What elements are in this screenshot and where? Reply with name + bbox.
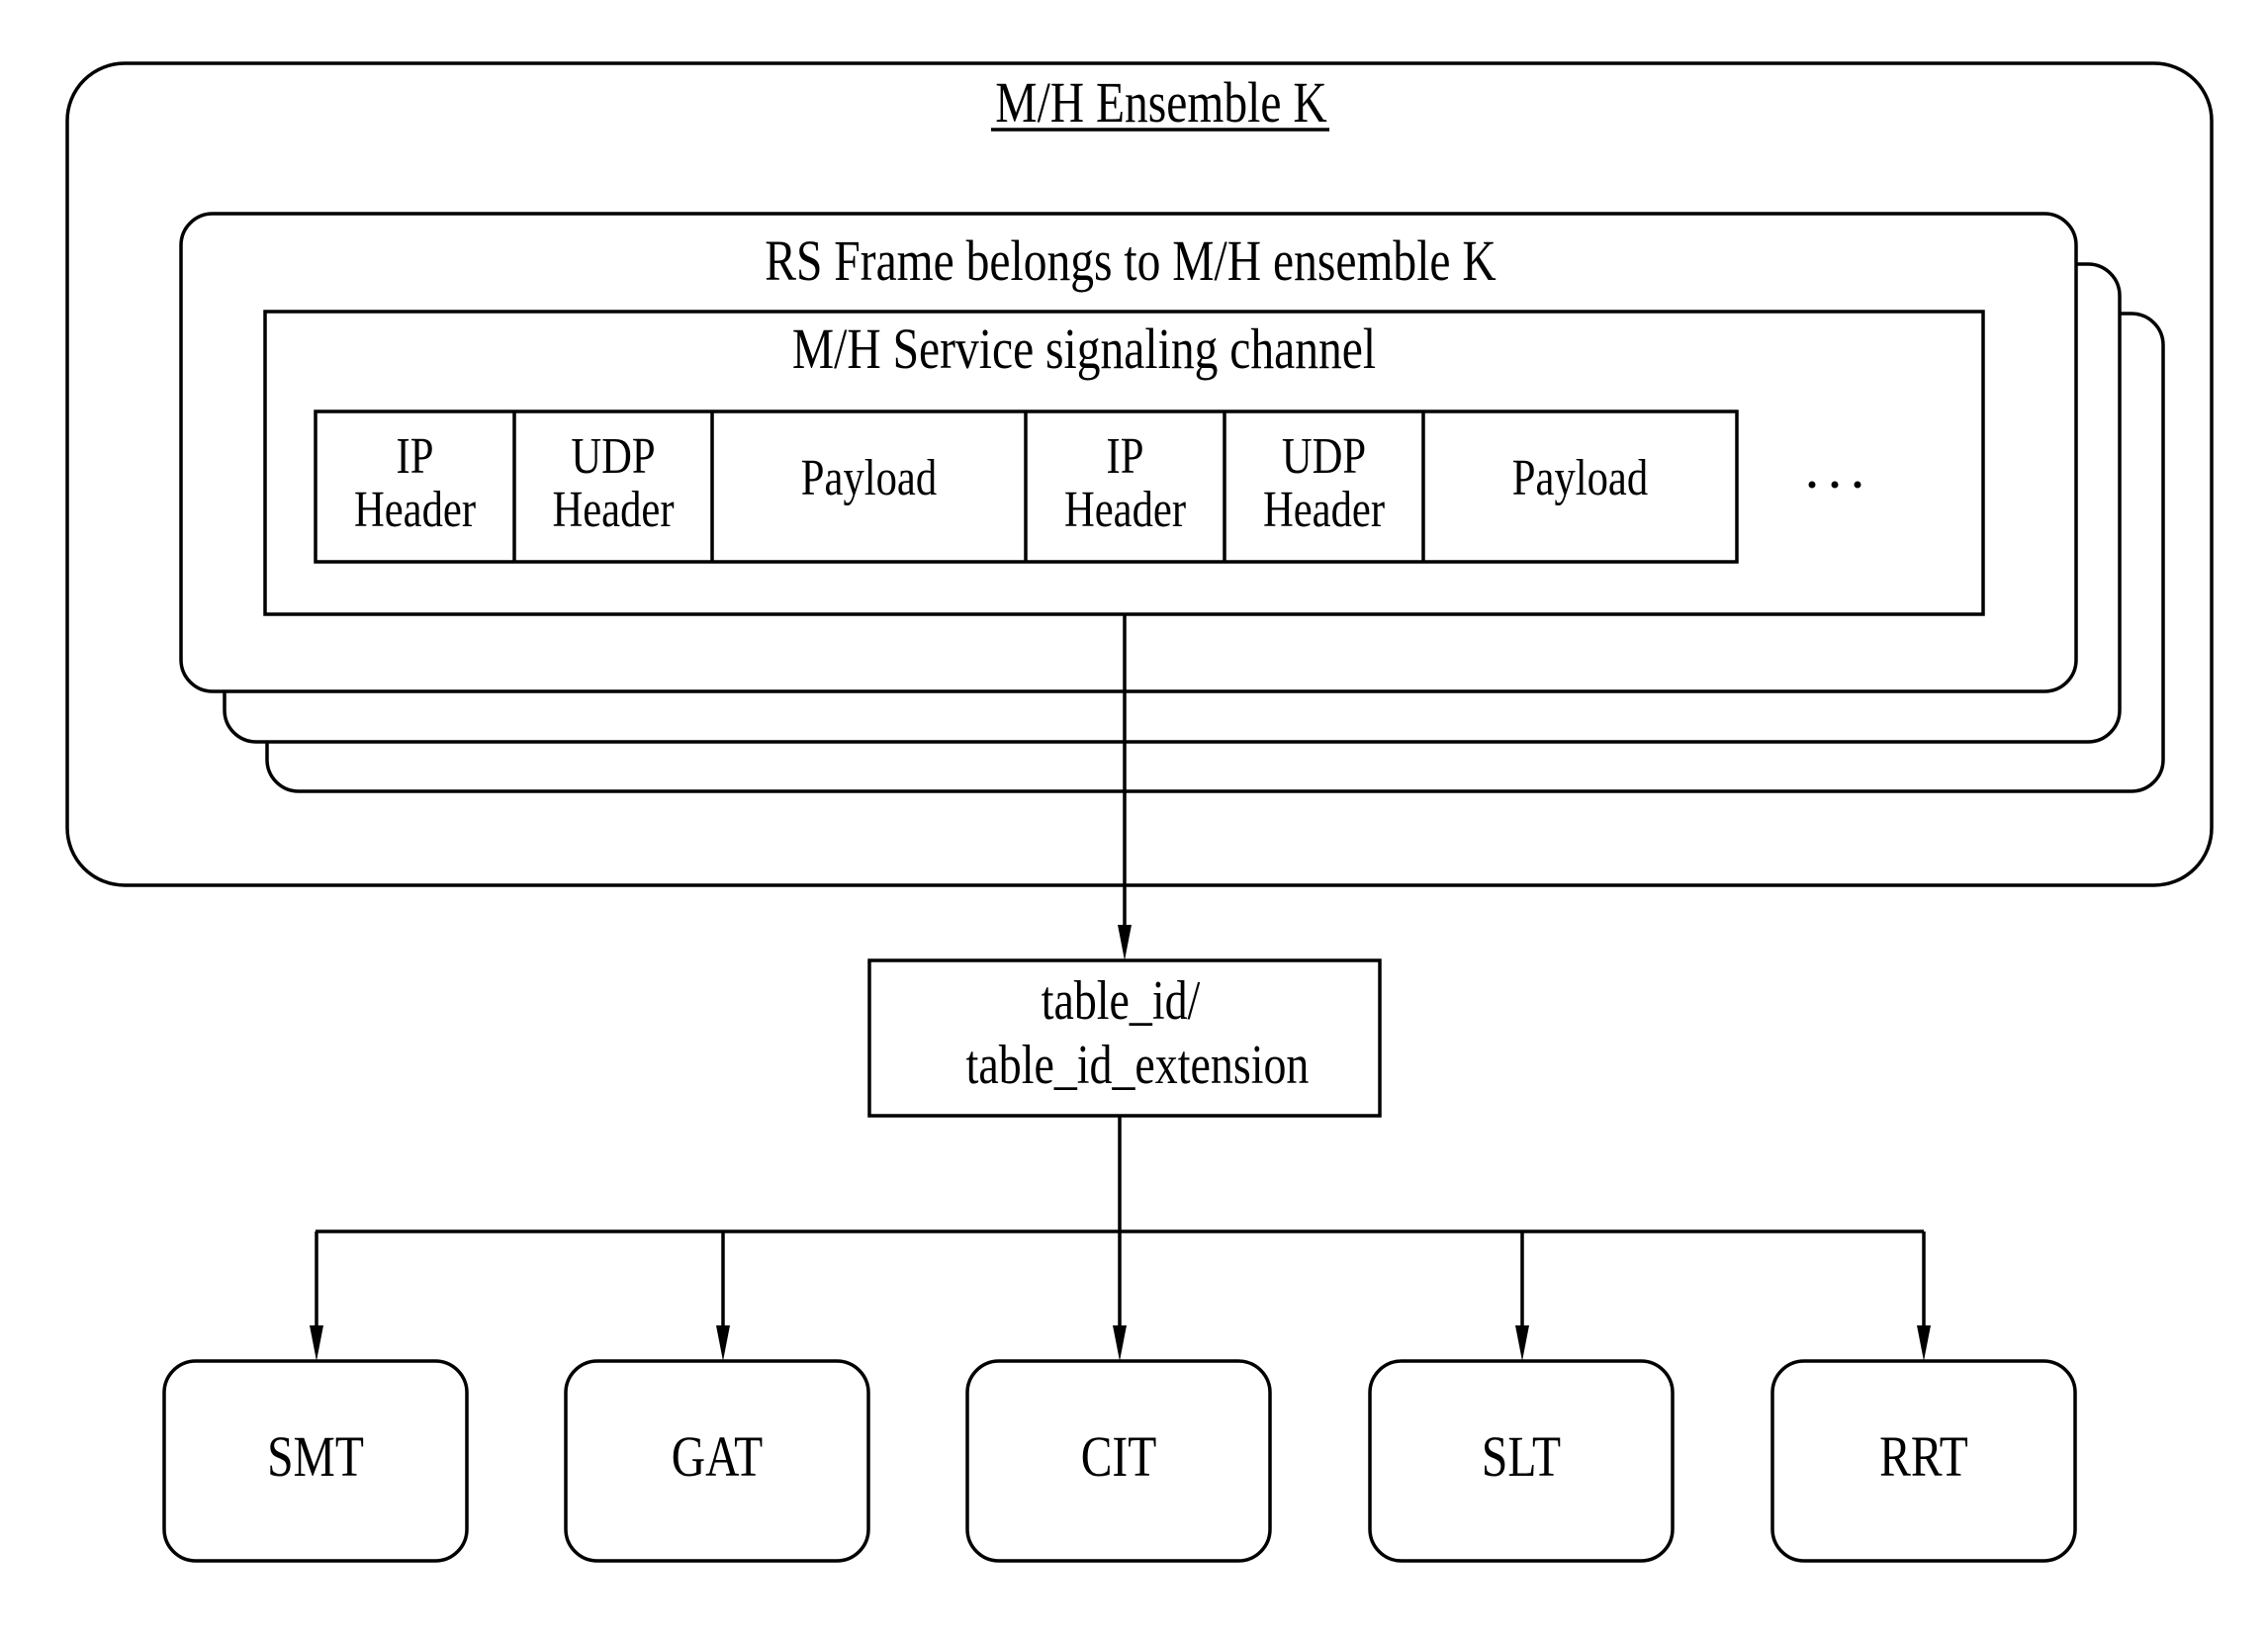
arrowhead-icon (1917, 1325, 1931, 1361)
cell-label-line1: IP (1107, 428, 1144, 485)
arrowhead-icon (1113, 1325, 1127, 1361)
arrowhead-icon (310, 1325, 323, 1361)
cell-label-line2: Header (1263, 482, 1385, 538)
table-node-label: GAT (672, 1426, 763, 1489)
table-node-label: CIT (1081, 1426, 1157, 1489)
table-node-label: RRT (1879, 1426, 1968, 1489)
cell-label-line1: IP (397, 428, 434, 485)
ellipsis-dot (1808, 481, 1816, 489)
table-node-smt: SMT (162, 1231, 469, 1563)
cell-label-line2: Header (354, 482, 476, 538)
cell-label-line1: UDP (1282, 428, 1366, 485)
cell-label: Payload (801, 450, 938, 506)
table-leaves: SMT GAT CIT SLT RRT (162, 1231, 2077, 1563)
cell-label-line2: Header (552, 482, 674, 538)
table-node-label: SMT (267, 1426, 364, 1489)
diagram-canvas: M/H Ensemble K RS Frame belongs to M/H e… (65, 61, 2214, 1563)
ellipsis-dot (1831, 481, 1839, 489)
ellipsis-dot (1854, 481, 1861, 489)
rs-frame-title: RS Frame belongs to M/H ensemble K (765, 230, 1496, 293)
table-node-cit: CIT (965, 1231, 1272, 1563)
table-node-label: SLT (1482, 1426, 1561, 1489)
cell-label-line2: Header (1064, 482, 1186, 538)
arrowhead-icon (1515, 1325, 1529, 1361)
signaling-channel-title: M/H Service signaling channel (792, 318, 1376, 381)
cell-label: Payload (1512, 450, 1649, 506)
packet-row: IPHeaderUDPHeaderPayload IPHeaderUDPHeade… (314, 409, 1739, 564)
table-node-rrt: RRT (1770, 1231, 2077, 1563)
table-id-line2: table_id_extension (966, 1035, 1310, 1096)
arrowhead-icon (716, 1325, 730, 1361)
ensemble-title: M/H Ensemble K (995, 72, 1326, 135)
arrowhead-icon (1118, 925, 1132, 960)
cell-label-line1: UDP (571, 428, 655, 485)
table-node-gat: GAT (564, 1231, 870, 1563)
table-node-slt: SLT (1368, 1231, 1675, 1563)
table-id-line1: table_id/ (1042, 970, 1201, 1032)
